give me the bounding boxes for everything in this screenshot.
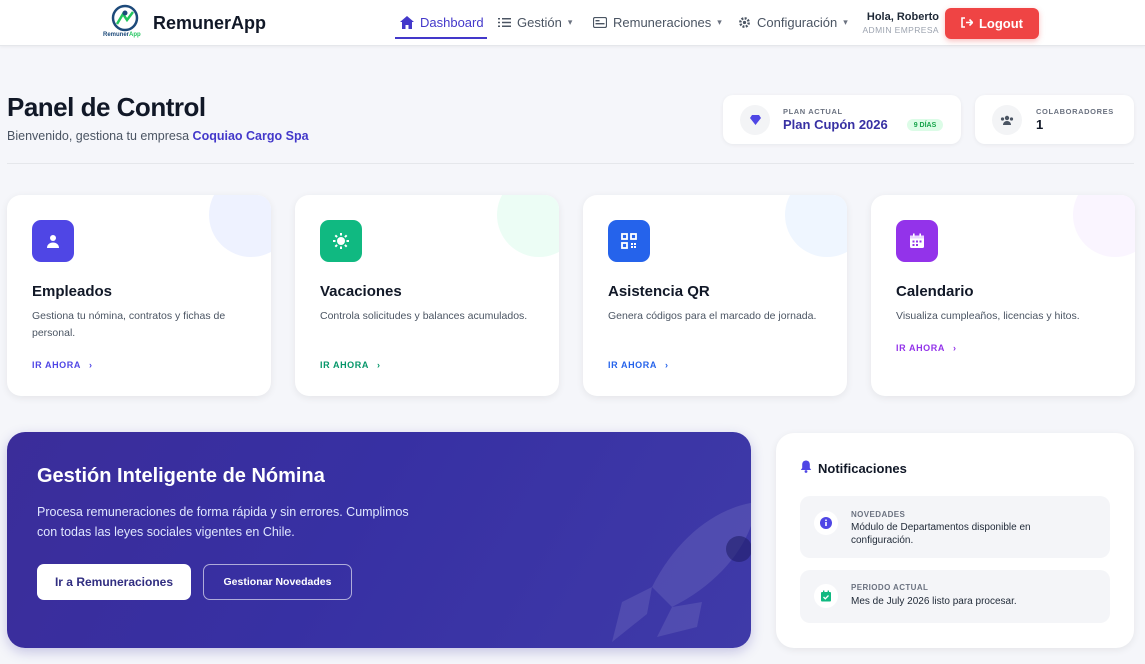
card-description: Genera códigos para el marcado de jornad… <box>608 310 817 322</box>
card-link[interactable]: IR AHORA › <box>32 360 93 370</box>
nav-dashboard[interactable]: Dashboard <box>400 15 484 30</box>
collaborators-stat-card[interactable]: COLABORADORES 1 <box>975 95 1134 144</box>
user-role: ADMIN EMPRESA <box>862 25 939 35</box>
card-title: Calendario <box>896 283 974 300</box>
notification-label: NOVEDADES <box>851 510 906 519</box>
info-icon <box>814 511 838 535</box>
calendar-icon <box>896 220 938 262</box>
chevron-down-icon: ▾ <box>567 17 573 27</box>
nav-gestion-label: Gestión <box>517 15 562 30</box>
notification-item[interactable]: PERIODO ACTUAL Mes de July 2026 listo pa… <box>800 570 1110 623</box>
logo-wordmark: RemunerApp <box>103 32 141 38</box>
card-title: Asistencia QR <box>608 283 710 300</box>
card-link-label: IR AHORA <box>320 360 369 370</box>
sun-icon <box>320 220 362 262</box>
notification-item[interactable]: NOVEDADES Módulo de Departamentos dispon… <box>800 496 1110 558</box>
logout-label: Logout <box>978 16 1024 31</box>
header-divider <box>7 163 1134 164</box>
nav-remuneraciones[interactable]: Remuneraciones ▾ <box>593 15 722 30</box>
tasks-list-icon <box>498 17 511 28</box>
card-link-label: IR AHORA <box>896 343 945 353</box>
card-link-label: IR AHORA <box>608 360 657 370</box>
logout-button[interactable]: Logout <box>945 8 1039 39</box>
notification-text: Mes de July 2026 listo para procesar. <box>851 596 1017 607</box>
bell-icon <box>800 460 812 476</box>
welcome-prefix: Bienvenido, gestiona tu empresa <box>7 129 190 143</box>
app-logo[interactable]: RemunerApp <box>103 4 147 42</box>
chevron-down-icon: ▾ <box>843 17 848 27</box>
notifications-title: Notificaciones <box>818 460 907 476</box>
card-asistencia-qr[interactable]: Asistencia QR Genera códigos para el mar… <box>583 195 847 396</box>
card-link-label: IR AHORA <box>32 360 81 370</box>
nav-dashboard-label: Dashboard <box>420 15 484 30</box>
page-title: Panel de Control <box>7 92 206 122</box>
notification-text: Módulo de Departamentos disponible en co… <box>851 522 1031 546</box>
collaborators-label: COLABORADORES <box>1036 107 1114 116</box>
welcome-message: Bienvenido, gestiona tu empresa Coquiao … <box>7 129 309 143</box>
notifications-panel: Notificaciones NOVEDADES Módulo de Depar… <box>776 433 1134 648</box>
card-description: Controla solicitudes y balances acumulad… <box>320 310 528 322</box>
card-empleados[interactable]: Empleados Gestiona tu nómina, contratos … <box>7 195 271 396</box>
payroll-hero-banner: Gestión Inteligente de Nómina Procesa re… <box>7 432 751 648</box>
card-link[interactable]: IR AHORA › <box>320 360 381 370</box>
nav-configuracion[interactable]: Configuración ▾ <box>738 15 848 30</box>
collaborators-value: 1 <box>1036 117 1044 132</box>
sign-out-icon <box>961 16 974 31</box>
card-description: Gestiona tu nómina, contratos y fichas d… <box>32 310 226 339</box>
card-title: Empleados <box>32 283 113 300</box>
chevron-right-icon: › <box>664 360 669 370</box>
logo-icon <box>111 4 139 32</box>
chevron-right-icon: › <box>952 343 957 353</box>
qr-code-icon <box>608 220 650 262</box>
plan-value: Plan Cupón 2026 <box>783 117 888 132</box>
user-name: Hola, Roberto <box>866 11 939 23</box>
nav-configuracion-label: Configuración <box>757 15 838 30</box>
nav-remuneraciones-label: Remuneraciones <box>613 15 712 30</box>
card-decoration <box>209 195 271 257</box>
hero-title: Gestión Inteligente de Nómina <box>37 465 325 487</box>
chevron-right-icon: › <box>376 360 381 370</box>
go-to-remuneraciones-button[interactable]: Ir a Remuneraciones <box>37 564 191 600</box>
gear-icon <box>738 16 751 29</box>
card-link[interactable]: IR AHORA › <box>896 343 957 353</box>
brand-name[interactable]: RemunerApp <box>153 13 266 34</box>
active-tab-indicator <box>395 37 487 39</box>
card-description: Visualiza cumpleaños, licencias y hitos. <box>896 310 1080 322</box>
chevron-down-icon: ▾ <box>717 17 722 27</box>
plan-label: PLAN ACTUAL <box>783 107 843 116</box>
top-navbar: RemunerApp RemunerApp Dashboard Gestión … <box>0 0 1145 46</box>
employee-icon <box>32 220 74 262</box>
nav-gestion[interactable]: Gestión ▾ <box>498 15 572 30</box>
plan-days-badge: 9 DÍAS <box>907 119 943 131</box>
money-card-icon <box>593 17 607 28</box>
card-calendario[interactable]: Calendario Visualiza cumpleaños, licenci… <box>871 195 1135 396</box>
card-decoration <box>497 195 559 257</box>
card-title: Vacaciones <box>320 283 402 300</box>
card-vacaciones[interactable]: Vacaciones Controla solicitudes y balanc… <box>295 195 559 396</box>
chevron-right-icon: › <box>88 360 93 370</box>
calendar-check-icon <box>814 584 838 608</box>
hero-description: Procesa remuneraciones de forma rápida y… <box>37 505 409 539</box>
card-decoration <box>785 195 847 257</box>
card-link[interactable]: IR AHORA › <box>608 360 669 370</box>
card-decoration <box>1073 195 1135 257</box>
notifications-header: Notificaciones <box>800 460 907 476</box>
home-icon <box>400 16 414 29</box>
manage-novedades-button[interactable]: Gestionar Novedades <box>203 564 352 600</box>
rocket-icon <box>612 503 751 642</box>
users-icon <box>992 105 1022 135</box>
company-name[interactable]: Coquiao Cargo Spa <box>193 129 309 143</box>
user-greeting: Hola, Roberto ADMIN EMPRESA <box>862 11 939 35</box>
notification-label: PERIODO ACTUAL <box>851 583 929 592</box>
diamond-icon <box>740 105 770 135</box>
